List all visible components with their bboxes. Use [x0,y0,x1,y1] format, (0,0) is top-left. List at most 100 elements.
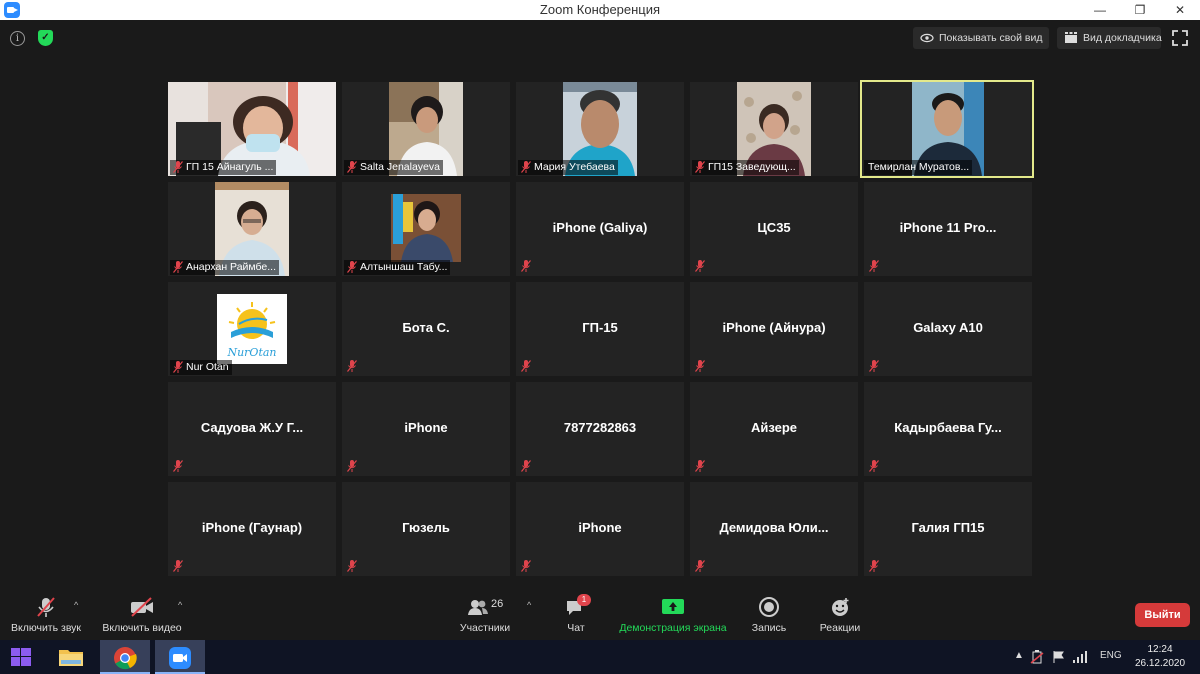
muted-mic-icon [521,260,531,272]
participants-options-chevron-icon[interactable]: ^ [527,600,531,610]
participants-label: Участники [459,622,511,634]
show-hidden-icons-button[interactable]: ▲ [1014,650,1024,661]
participant-tile[interactable]: Демидова Юли... [690,482,858,576]
participant-label: ГП15 Заведующ... [692,160,799,175]
taskbar-clock[interactable]: 12:24 26.12.2020 [1128,643,1192,671]
participant-name: iPhone [404,420,448,435]
speaker-view-button[interactable]: Вид докладчика [1057,27,1162,49]
signal-icon[interactable] [1072,650,1088,664]
participant-tile[interactable]: iPhone (Galiya) [516,182,684,276]
record-button[interactable]: Запись [746,596,792,634]
participant-tile-active-speaker[interactable]: Темирлан Муратов... [860,80,1034,178]
start-video-label: Включить видео [102,622,182,634]
participant-tile[interactable]: iPhone [516,482,684,576]
participant-label: Мария Утебаева [518,160,618,175]
participant-tile[interactable]: Садуова Ж.У Г... [168,382,336,476]
participant-name: Мария Утебаева [534,161,615,173]
muted-mic-icon [869,460,879,472]
window-titlebar: Zoom Конференция — ❐ ✕ [0,0,1200,20]
participants-icon [468,600,488,615]
participant-label: Salta Jenalayeva [344,160,443,175]
participant-tile[interactable]: Алтыншаш Табу... [342,182,510,276]
participant-name: 7877282863 [563,420,637,435]
muted-mic-icon [521,360,531,372]
participant-tile[interactable]: NurOtan Nur Otan [168,282,336,376]
participant-name: iPhone (Galiya) [552,220,648,235]
muted-mic-icon [695,460,705,472]
participant-tile[interactable]: 7877282863 [516,382,684,476]
participant-tile[interactable]: ГП 15 Айнагуль ... [168,82,336,176]
participant-name: Galaxy A10 [913,320,983,335]
video-options-chevron-icon[interactable]: ^ [178,600,182,610]
unmute-label: Включить звук [10,622,82,634]
fullscreen-icon[interactable] [1172,30,1188,46]
window-title: Zoom Конференция [539,2,661,17]
participant-tile[interactable]: Бота С. [342,282,510,376]
muted-mic-icon [347,161,357,173]
eye-icon [920,27,934,56]
participant-tile[interactable]: iPhone 11 Pro... [864,182,1032,276]
windows-logo-icon [11,648,31,666]
reactions-button[interactable]: Реакции [814,596,866,634]
participant-name: Садуова Ж.У Г... [200,420,304,435]
file-explorer-taskbar-button[interactable] [46,640,96,674]
participant-name: ГП-15 [582,320,618,335]
participant-tile[interactable]: Анархан Раймбе... [168,182,336,276]
share-screen-label: Демонстрация экрана [619,622,727,634]
muted-mic-icon [695,260,705,272]
participant-tile[interactable]: Galaxy A10 [864,282,1032,376]
muted-mic-icon [173,560,183,572]
participant-name: Демидова Юли... [719,520,829,535]
participant-tile[interactable]: ГП15 Заведующ... [690,82,858,176]
participant-tile[interactable]: Галия ГП15 [864,482,1032,576]
restore-button[interactable]: ❐ [1120,0,1160,20]
leave-meeting-button[interactable]: Выйти [1135,603,1190,627]
participant-tile[interactable]: Гюзель [342,482,510,576]
participant-name: iPhone (Айнура) [722,320,826,335]
info-icon[interactable]: i [10,31,25,46]
muted-mic-icon [521,161,531,173]
share-screen-icon [661,596,685,618]
participant-tile[interactable]: Мария Утебаева [516,82,684,176]
windows-start-button[interactable] [0,640,44,674]
share-screen-button[interactable]: Демонстрация экрана [616,596,730,634]
muted-mic-icon [347,560,357,572]
participant-name: ЦС35 [757,220,791,235]
battery-icon[interactable] [1030,650,1044,664]
participants-button[interactable]: 26 Участники [454,596,516,634]
zoom-taskbar-button[interactable] [155,640,205,674]
folder-icon [59,650,83,666]
windows-taskbar: ▲ ENG 12:24 26.12.2020 [0,640,1200,674]
muted-mic-icon [173,460,183,472]
flag-icon[interactable] [1052,650,1066,664]
chrome-taskbar-button[interactable] [100,640,150,674]
meeting-topbar: i ✓ Показывать свой вид Вид докладчика [0,20,1200,56]
video-off-icon [129,596,155,618]
participant-tile[interactable]: iPhone [342,382,510,476]
participant-name: Кадырбаева Гу... [894,420,1002,435]
participant-tile[interactable]: Айзере [690,382,858,476]
participant-tile[interactable]: Кадырбаева Гу... [864,382,1032,476]
close-button[interactable]: ✕ [1160,0,1200,20]
meeting-toolbar: Включить звук ^ Включить видео ^ 26 Учас… [0,590,1200,640]
chat-unread-badge: 1 [577,594,591,606]
chat-label: Чат [567,622,585,634]
start-video-button[interactable]: Включить видео [100,596,184,634]
chat-button[interactable]: 1 Чат [556,594,596,634]
muted-mic-icon [695,161,705,173]
muted-mic-icon [521,560,531,572]
muted-mic-icon [869,560,879,572]
show-self-view-label: Показывать свой вид [939,32,1043,44]
participant-tile[interactable]: Salta Jenalayeva [342,82,510,176]
participant-tile[interactable]: ГП-15 [516,282,684,376]
participant-tile[interactable]: ЦС35 [690,182,858,276]
participant-tile[interactable]: iPhone (Гаунар) [168,482,336,576]
audio-options-chevron-icon[interactable]: ^ [74,600,78,610]
chat-icon: 1 [565,594,591,618]
participant-name: ГП15 Заведующ... [708,161,796,173]
minimize-button[interactable]: — [1080,0,1120,20]
input-language-indicator[interactable]: ENG [1100,650,1122,661]
participant-tile[interactable]: iPhone (Айнура) [690,282,858,376]
show-self-view-button[interactable]: Показывать свой вид [913,27,1049,49]
shield-icon[interactable]: ✓ [38,30,53,46]
